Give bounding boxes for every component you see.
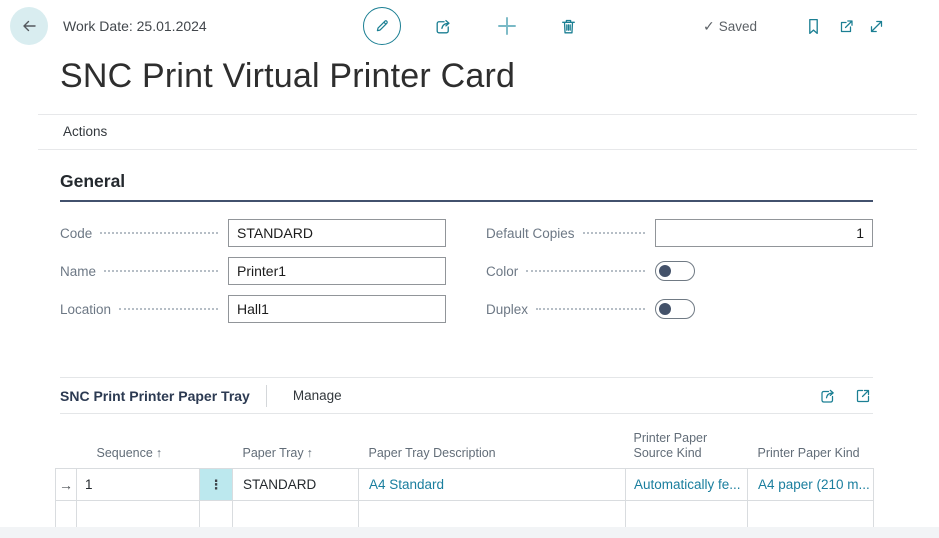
back-arrow-icon: [19, 16, 39, 36]
color-toggle[interactable]: [655, 261, 695, 281]
dotted-leader: [100, 232, 218, 234]
bookmark-icon: [805, 17, 822, 36]
top-action-bar: Work Date: 25.01.2024: [0, 0, 939, 52]
share-button[interactable]: [432, 15, 454, 37]
sort-ascending-icon: ↑: [307, 446, 313, 460]
cell-source-kind: Automatically fe...: [626, 469, 748, 501]
column-header-paper-tray[interactable]: Paper Tray↑: [233, 431, 359, 469]
check-icon: ✓: [703, 18, 715, 34]
name-field-row: Name: [60, 257, 446, 285]
empty-cell[interactable]: [77, 501, 200, 531]
edit-button[interactable]: [363, 7, 401, 45]
open-in-new-window-button[interactable]: [837, 17, 856, 36]
code-input[interactable]: [228, 219, 446, 247]
actions-menu[interactable]: Actions: [63, 115, 107, 149]
default-copies-label: Default Copies: [486, 226, 575, 241]
source-kind-link[interactable]: Automatically fe...: [634, 477, 741, 492]
empty-cell[interactable]: [359, 501, 626, 531]
dotted-leader: [119, 308, 218, 310]
trash-icon: [558, 16, 579, 37]
manage-menu[interactable]: Manage: [293, 388, 342, 403]
cell-sequence[interactable]: 1: [77, 469, 200, 501]
paper-tray-section-title: SNC Print Printer Paper Tray: [60, 388, 250, 404]
dotted-leader: [536, 308, 645, 310]
empty-cell[interactable]: [200, 501, 233, 531]
duplex-toggle[interactable]: [655, 299, 695, 319]
share-list-button[interactable]: [818, 386, 838, 406]
toggle-knob: [659, 265, 671, 277]
default-copies-field-row: Default Copies: [486, 219, 873, 247]
paper-tray-header: SNC Print Printer Paper Tray Manage: [60, 377, 873, 414]
table-row: → 1 ⋮ STANDARD A4 Standard Automatically…: [56, 469, 874, 501]
vertical-divider: [266, 385, 267, 407]
expand-diagonal-icon: [867, 17, 886, 36]
printer-card-page: Work Date: 25.01.2024: [0, 0, 939, 538]
duplex-field-row: Duplex: [486, 295, 873, 323]
delete-button[interactable]: [557, 15, 579, 37]
column-header-source-kind[interactable]: Printer Paper Source Kind: [626, 431, 748, 469]
location-label: Location: [60, 302, 111, 317]
share-icon: [818, 386, 838, 406]
general-section: General Code Default Copies Name Color: [60, 171, 873, 323]
pencil-icon: [372, 16, 392, 36]
description-link[interactable]: A4 Standard: [369, 477, 444, 492]
row-options-button[interactable]: ⋮: [200, 469, 233, 501]
save-status: ✓ Saved: [703, 0, 757, 53]
paper-tray-section: SNC Print Printer Paper Tray Manage: [0, 377, 939, 531]
bookmark-button[interactable]: [804, 16, 822, 36]
current-row-marker: →: [56, 469, 77, 501]
dotted-leader: [583, 232, 645, 234]
toggle-knob: [659, 303, 671, 315]
dotted-leader: [526, 270, 645, 272]
empty-cell[interactable]: [626, 501, 748, 531]
default-copies-input[interactable]: [655, 219, 873, 247]
paper-tray-table: Sequence↑ Paper Tray↑ Paper Tray Descrip…: [55, 431, 874, 531]
dotted-leader: [104, 270, 218, 272]
page-background-strip: [0, 527, 939, 538]
name-input[interactable]: [228, 257, 446, 285]
duplex-label: Duplex: [486, 302, 528, 317]
back-button[interactable]: [10, 7, 48, 45]
name-label: Name: [60, 264, 96, 279]
empty-cell[interactable]: [748, 501, 874, 531]
column-header-paper-kind[interactable]: Printer Paper Kind: [748, 431, 874, 469]
new-button[interactable]: [495, 14, 519, 38]
page-title: SNC Print Virtual Printer Card: [60, 54, 939, 98]
code-field-row: Code: [60, 219, 446, 247]
row-options-header: [200, 431, 233, 469]
table-header-row: Sequence↑ Paper Tray↑ Paper Tray Descrip…: [56, 431, 874, 469]
cell-paper-kind: A4 paper (210 m...: [748, 469, 874, 501]
column-header-description[interactable]: Paper Tray Description: [359, 431, 626, 469]
open-in-new-window-icon: [837, 17, 856, 36]
empty-table-row: [56, 501, 874, 531]
save-status-label: Saved: [719, 19, 757, 34]
menu-bar: Actions: [38, 114, 917, 150]
focus-mode-icon: [853, 386, 873, 406]
work-date-label: Work Date: 25.01.2024: [63, 0, 207, 52]
cell-paper-tray[interactable]: STANDARD: [233, 469, 359, 501]
color-label: Color: [486, 264, 518, 279]
paper-kind-link[interactable]: A4 paper (210 m...: [758, 477, 870, 492]
general-section-title: General: [60, 171, 873, 202]
general-fields: Code Default Copies Name Color: [60, 219, 873, 323]
location-input[interactable]: [228, 295, 446, 323]
cell-description: A4 Standard: [359, 469, 626, 501]
color-field-row: Color: [486, 257, 873, 285]
location-field-row: Location: [60, 295, 446, 323]
focus-mode-button[interactable]: [853, 386, 873, 406]
empty-cell[interactable]: [233, 501, 359, 531]
share-icon: [433, 16, 454, 37]
plus-icon: [495, 14, 519, 38]
row-selector-cell[interactable]: [56, 501, 77, 531]
expand-button[interactable]: [867, 17, 886, 36]
column-header-sequence[interactable]: Sequence↑: [77, 431, 200, 469]
sort-ascending-icon: ↑: [156, 446, 162, 460]
code-label: Code: [60, 226, 92, 241]
row-selector-header: [56, 431, 77, 469]
